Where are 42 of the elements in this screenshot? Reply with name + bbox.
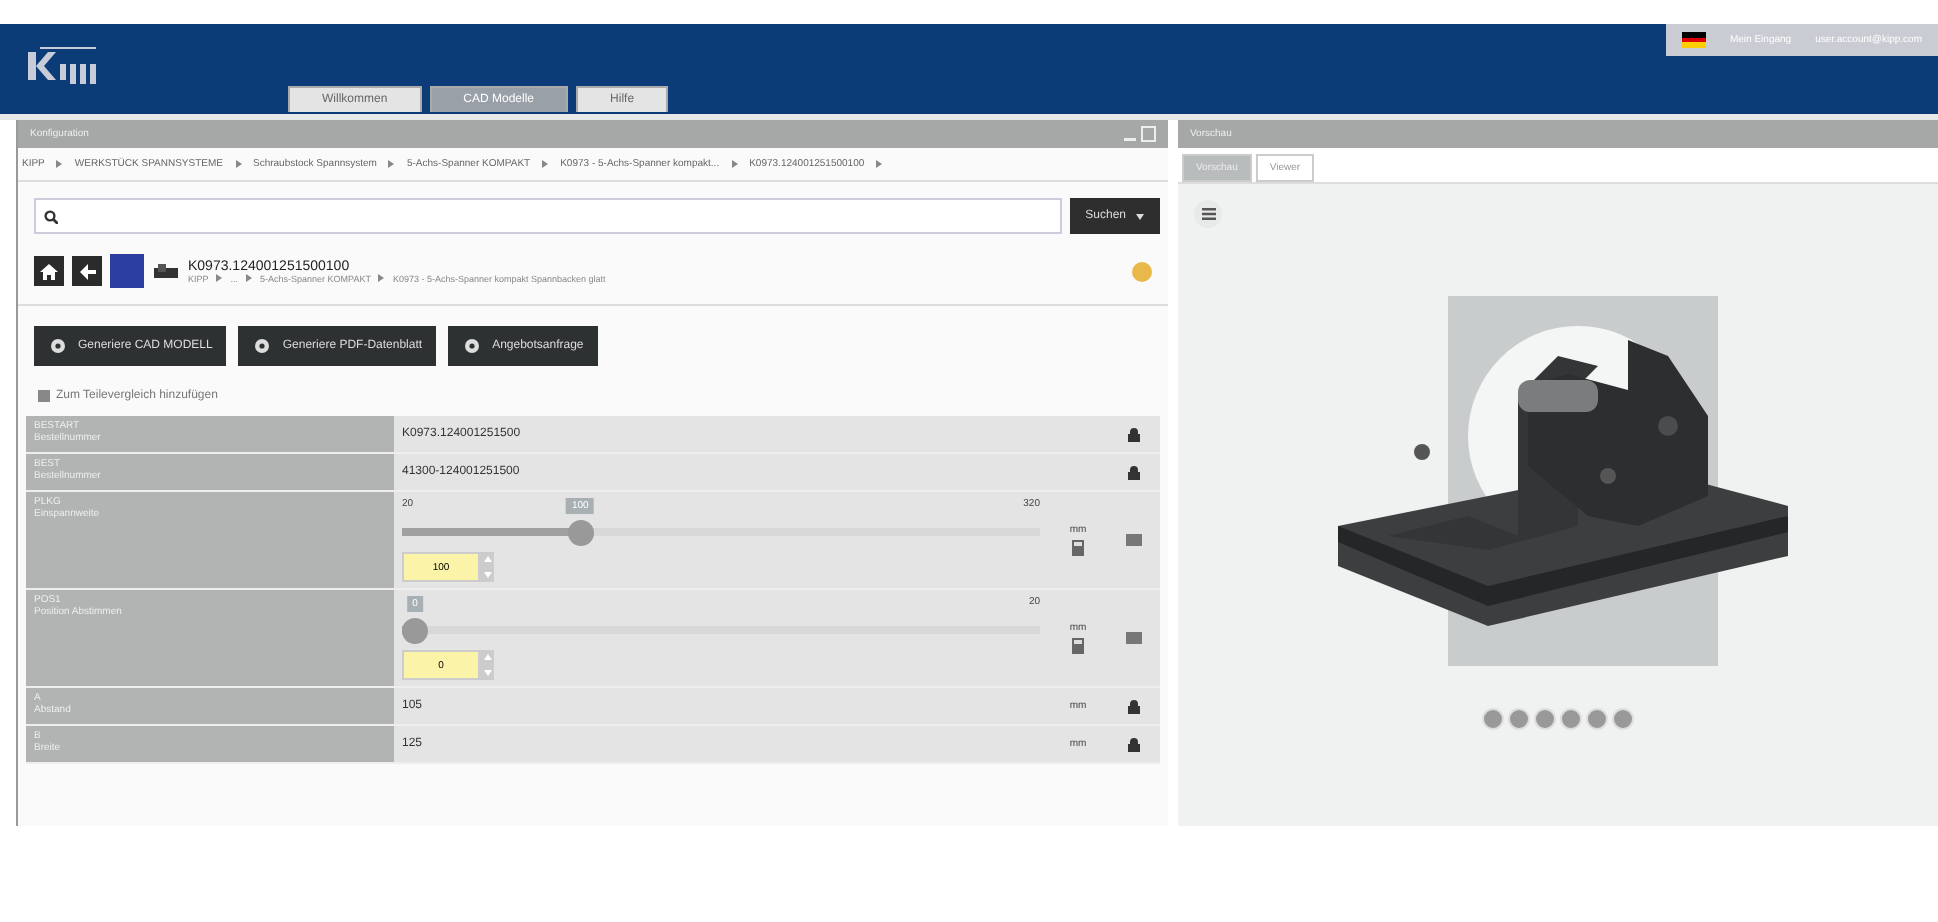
spinner-arrows[interactable]	[480, 552, 494, 582]
chevron-right-icon	[731, 160, 738, 168]
view-tool-button[interactable]	[1586, 708, 1608, 730]
chevron-right-icon	[876, 160, 883, 168]
chevron-right-icon	[378, 273, 385, 281]
up-arrow-icon	[483, 556, 491, 563]
view-tool-button[interactable]	[1508, 708, 1530, 730]
slider-track[interactable]	[402, 618, 1040, 644]
chevron-right-icon	[216, 273, 223, 281]
chevron-right-icon	[56, 160, 63, 168]
chevron-right-icon	[246, 273, 253, 281]
view-tool-button[interactable]	[1534, 708, 1556, 730]
calculator-icon[interactable]	[1072, 638, 1084, 654]
home-icon	[40, 263, 58, 279]
spinner-arrows[interactable]	[480, 650, 494, 680]
view-tool-button[interactable]	[1612, 708, 1634, 730]
clamp-icon	[152, 261, 180, 281]
menu-button[interactable]	[1194, 200, 1222, 228]
caret-icon	[1136, 213, 1144, 219]
chevron-right-icon	[235, 160, 241, 168]
down-arrow-icon	[483, 669, 491, 676]
slider-thumb[interactable]	[402, 618, 428, 644]
flag-icon	[1681, 32, 1706, 48]
slider-thumb[interactable]	[567, 520, 594, 546]
calculator-icon[interactable]	[1072, 540, 1084, 556]
compare-icon	[38, 390, 50, 402]
slider-track[interactable]	[402, 520, 1040, 546]
down-arrow-icon	[483, 571, 491, 578]
search-icon	[44, 209, 58, 223]
up-arrow-icon	[483, 654, 491, 661]
window-controls-icon[interactable]	[1124, 126, 1156, 142]
chevron-right-icon	[388, 160, 395, 168]
view-tool-button[interactable]	[1482, 708, 1504, 730]
arrow-left-icon	[79, 263, 95, 279]
back-button[interactable]	[72, 256, 102, 286]
menu-icon	[1201, 208, 1215, 220]
chevron-right-icon	[542, 160, 549, 168]
search-field[interactable]	[34, 198, 1062, 234]
home-button[interactable]	[34, 256, 64, 286]
badge-icon	[1132, 261, 1152, 281]
view-tool-button[interactable]	[1560, 708, 1582, 730]
product-thumbnail	[110, 254, 144, 288]
